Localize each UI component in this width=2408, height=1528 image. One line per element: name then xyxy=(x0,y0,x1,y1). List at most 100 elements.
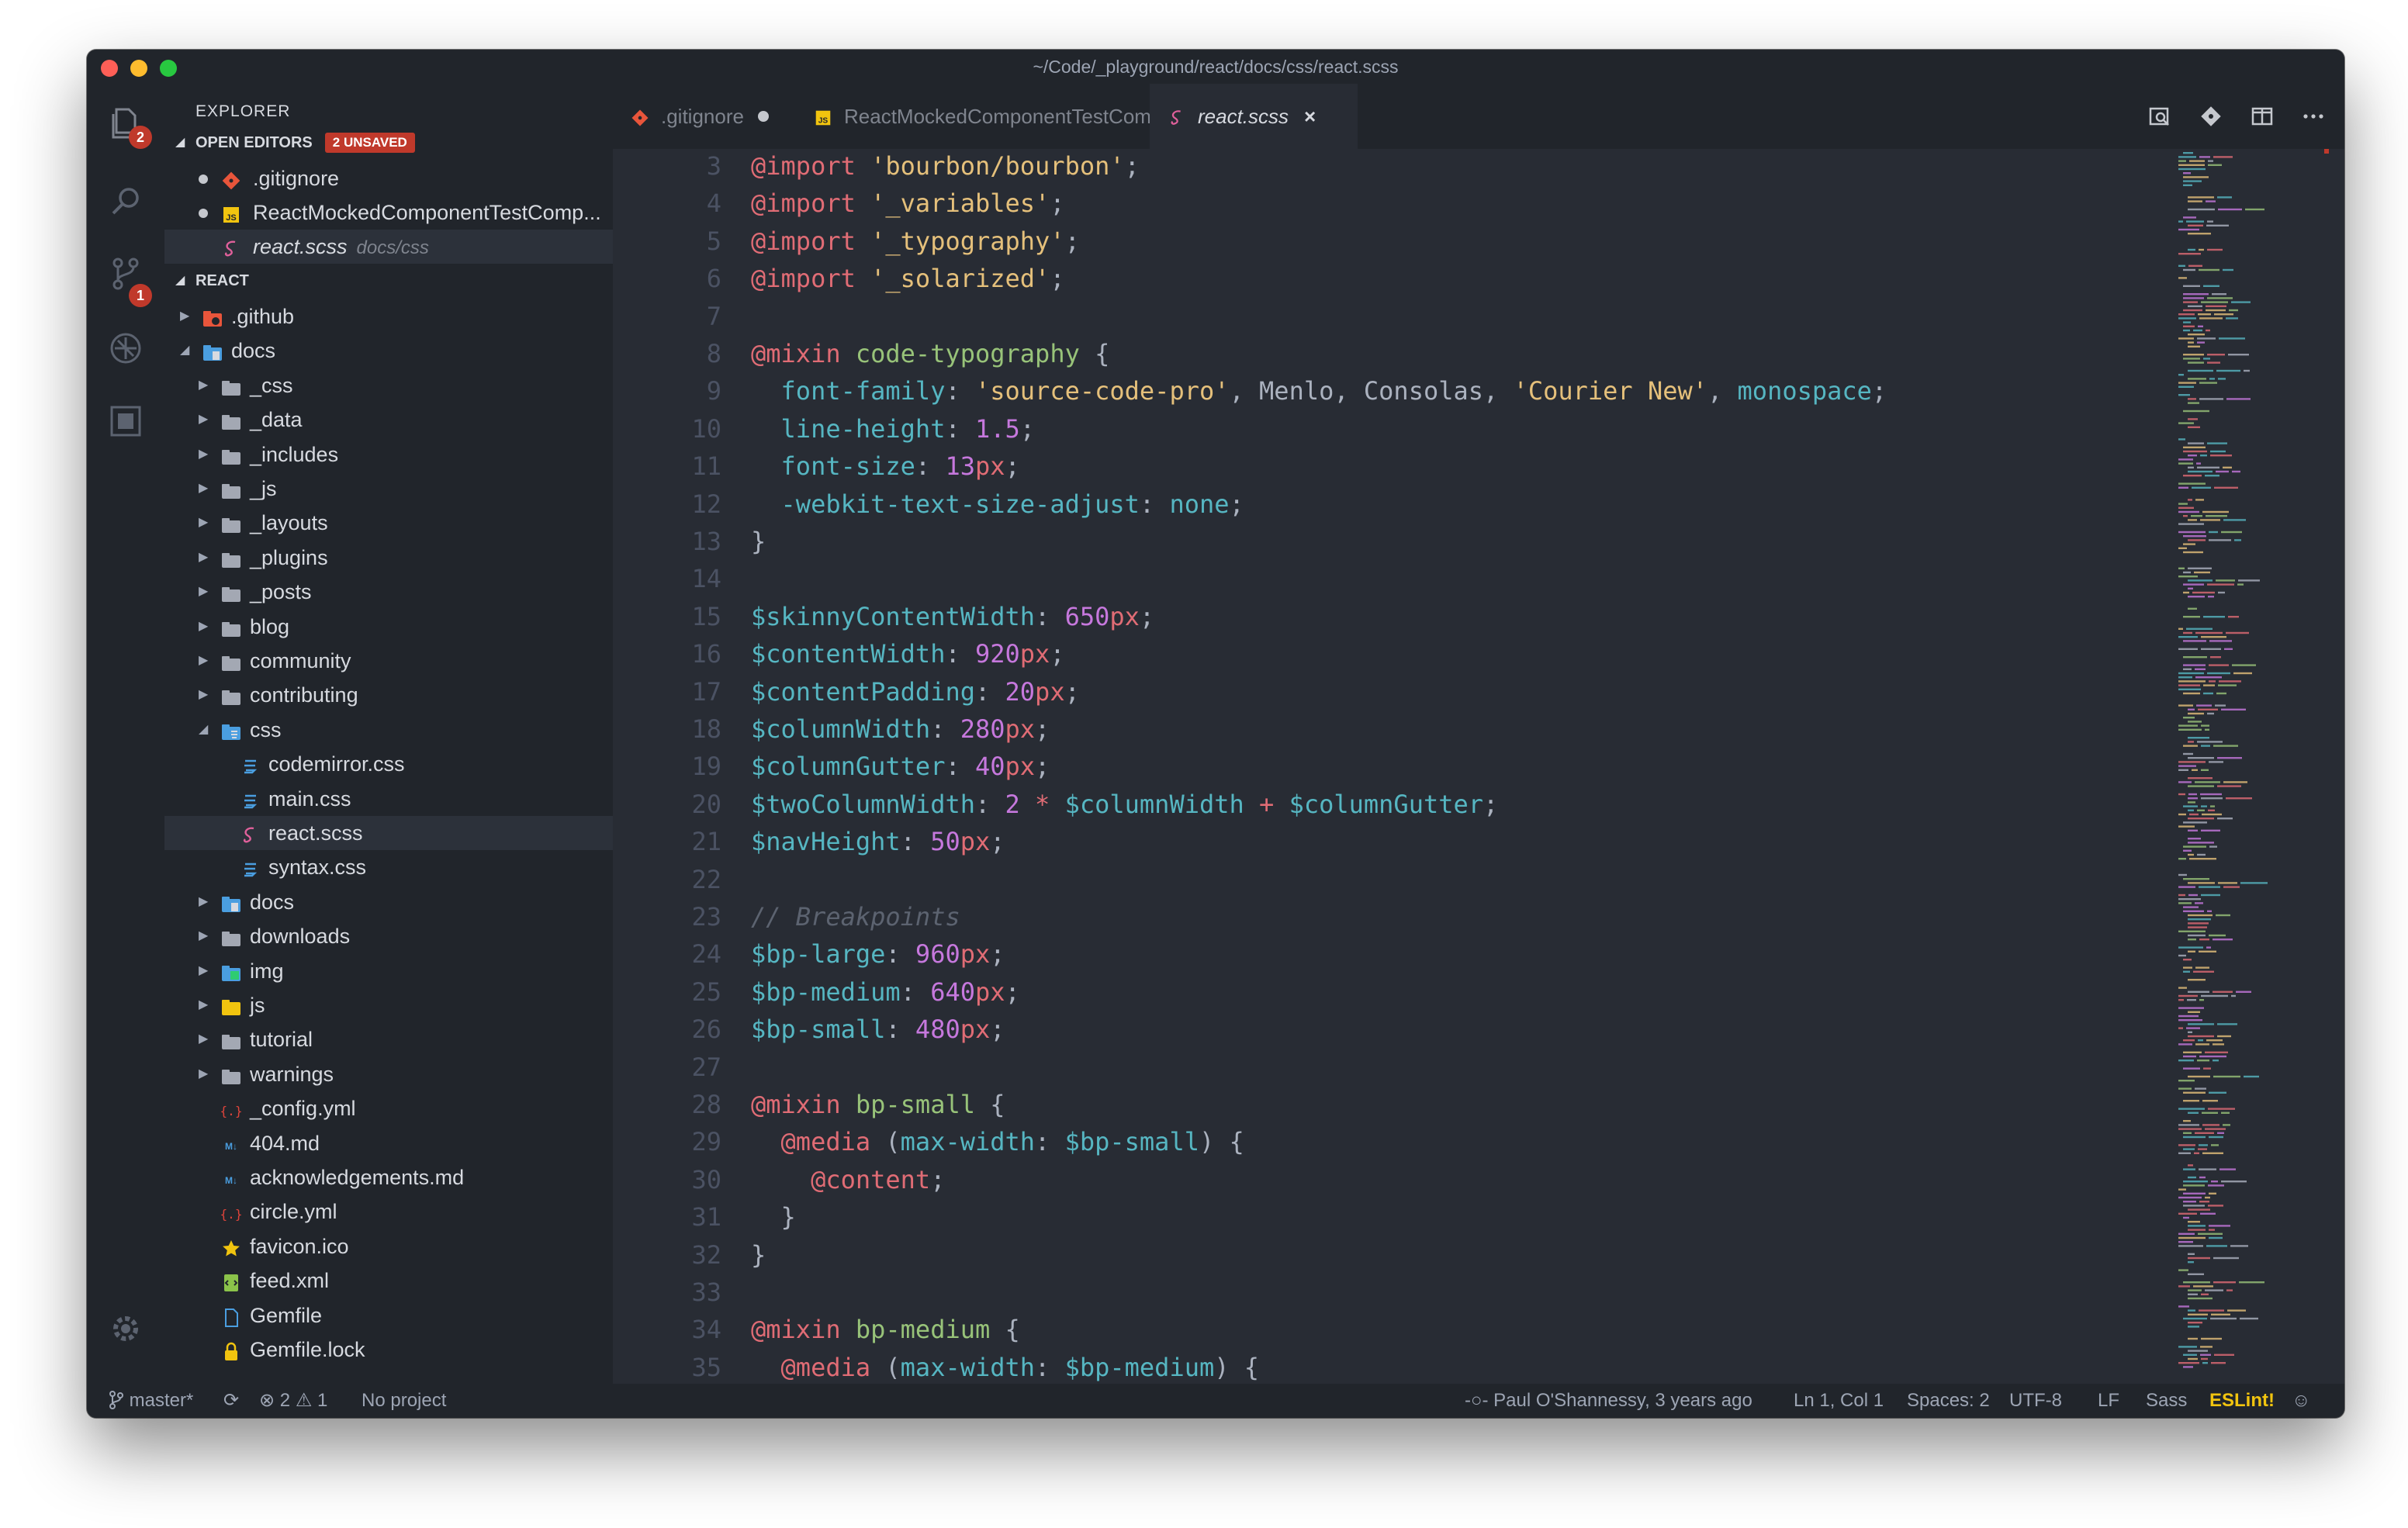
unsaved-dot-icon[interactable] xyxy=(199,209,208,218)
chevron-right-icon[interactable]: ▶ xyxy=(199,437,208,472)
code-line[interactable]: 20 $twoColumnWidth: 2 * $columnWidth + $c… xyxy=(613,786,2164,823)
tree-folder[interactable]: ▶ contributing xyxy=(164,678,613,712)
tree-folder[interactable]: ▶ _plugins xyxy=(164,541,613,575)
tree-folder[interactable]: ▶ blog xyxy=(164,610,613,644)
tree-file[interactable]: M↓ acknowledgements.md xyxy=(164,1160,613,1194)
open-editors-header[interactable]: ◢ OPEN EDITORS 2 UNSAVED xyxy=(164,127,613,158)
code-line[interactable]: 30 @content; xyxy=(613,1161,2164,1198)
tree-folder[interactable]: ▶ _data xyxy=(164,403,613,437)
tree-folder[interactable]: ▶ tutorial xyxy=(164,1022,613,1056)
tree-folder[interactable]: ◢ css xyxy=(164,713,613,747)
open-editor-item[interactable]: JS ReactMockedComponentTestComp... xyxy=(164,195,613,230)
tree-file[interactable]: main.css xyxy=(164,782,613,816)
tree-file[interactable]: Gemfile.lock xyxy=(164,1333,613,1367)
chevron-right-icon[interactable]: ▶ xyxy=(199,368,208,403)
tree-file[interactable]: {.} circle.yml xyxy=(164,1194,613,1229)
chevron-right-icon[interactable]: ▶ xyxy=(199,1057,208,1091)
code-editor[interactable]: 3 @import 'bourbon/bourbon'; 4 @import '_va… xyxy=(613,149,2344,1384)
code-line[interactable]: 10 line-height: 1.5; xyxy=(613,410,2164,448)
open-changes-icon[interactable] xyxy=(2147,104,2172,129)
code-line[interactable]: 7 xyxy=(613,298,2164,335)
chevron-right-icon[interactable]: ▶ xyxy=(199,506,208,540)
code-line[interactable]: 12 -webkit-text-size-adjust: none; xyxy=(613,486,2164,523)
blame-status[interactable]: -○- Paul O'Shannessy, 3 years ago xyxy=(1465,1384,1752,1418)
chevron-right-icon[interactable]: ▶ xyxy=(180,299,189,334)
code-line[interactable]: 34 @mixin bp-medium { xyxy=(613,1311,2164,1348)
code-line[interactable]: 33 xyxy=(613,1274,2164,1311)
tree-folder[interactable]: ▶ _includes xyxy=(164,437,613,472)
eol-status[interactable]: LF xyxy=(2098,1384,2119,1418)
code-line[interactable]: 6 @import '_solarized'; xyxy=(613,260,2164,297)
encoding-status[interactable]: UTF-8 xyxy=(2009,1384,2062,1418)
tree-folder[interactable]: ▶ _posts xyxy=(164,575,613,609)
tree-file[interactable]: favicon.ico xyxy=(164,1229,613,1264)
code-line[interactable]: 18 $columnWidth: 280px; xyxy=(613,710,2164,748)
chevron-right-icon[interactable]: ▶ xyxy=(199,988,208,1022)
tree-file[interactable]: codemirror.css xyxy=(164,747,613,781)
tab-react-scss[interactable]: react.scss × xyxy=(1150,84,1358,149)
open-editor-item[interactable]: react.scss docs/css xyxy=(164,230,613,264)
chevron-right-icon[interactable]: ▶ xyxy=(199,954,208,988)
code-line[interactable]: 14 xyxy=(613,560,2164,597)
chevron-right-icon[interactable]: ▶ xyxy=(199,541,208,575)
tree-file[interactable]: Gemfile xyxy=(164,1298,613,1333)
more-actions-icon[interactable] xyxy=(2301,104,2326,129)
code-line[interactable]: 24 $bp-large: 960px; xyxy=(613,935,2164,973)
code-line[interactable]: 28 @mixin bp-small { xyxy=(613,1086,2164,1123)
chevron-down-icon[interactable]: ◢ xyxy=(199,713,208,747)
branch-status[interactable]: master* xyxy=(109,1384,193,1418)
sync-icon[interactable]: ⟳ xyxy=(223,1384,239,1418)
tree-folder[interactable]: ▶ warnings xyxy=(164,1057,613,1091)
tree-folder[interactable]: ▶ downloads xyxy=(164,919,613,953)
code-line[interactable]: 11 font-size: 13px; xyxy=(613,448,2164,485)
code-line[interactable]: 27 xyxy=(613,1049,2164,1086)
minimap[interactable] xyxy=(2177,149,2332,1384)
chevron-right-icon[interactable]: ▶ xyxy=(199,919,208,953)
tab-reactmockedcomponenttestcomponent-js[interactable]: JS ReactMockedComponentTestComponent.js xyxy=(796,84,1258,149)
open-editor-item[interactable]: .gitignore xyxy=(164,161,613,195)
code-line[interactable]: 32} xyxy=(613,1236,2164,1274)
tab-gitignore[interactable]: .gitignore xyxy=(613,84,796,149)
chevron-right-icon[interactable]: ▶ xyxy=(199,885,208,919)
chevron-right-icon[interactable]: ▶ xyxy=(199,472,208,506)
tree-folder[interactable]: ▶ .github xyxy=(164,299,613,334)
tree-folder[interactable]: ▶ img xyxy=(164,954,613,988)
cursor-position[interactable]: Ln 1, Col 1 xyxy=(1794,1384,1884,1418)
maximize-window-button[interactable] xyxy=(160,60,177,77)
project-header[interactable]: ◢ REACT xyxy=(164,265,613,296)
code-line[interactable]: 16 $contentWidth: 920px; xyxy=(613,635,2164,672)
tree-folder[interactable]: ▶ docs xyxy=(164,885,613,919)
code-line[interactable]: 19 $columnGutter: 40px; xyxy=(613,748,2164,785)
tree-folder[interactable]: ▶ _layouts xyxy=(164,506,613,540)
close-icon[interactable]: × xyxy=(1304,105,1316,128)
close-window-button[interactable] xyxy=(101,60,118,77)
tree-file[interactable]: syntax.css xyxy=(164,850,613,884)
unsaved-dot-icon[interactable] xyxy=(199,175,208,184)
explorer-activity-button[interactable]: 2 xyxy=(87,88,164,158)
chevron-right-icon[interactable]: ▶ xyxy=(199,575,208,609)
code-line[interactable]: 17 $contentPadding: 20px; xyxy=(613,673,2164,710)
tree-file[interactable]: react.scss xyxy=(164,816,613,850)
git-compare-icon[interactable] xyxy=(2199,104,2223,129)
tree-folder[interactable]: ◢ docs xyxy=(164,334,613,368)
tree-folder[interactable]: ▶ _js xyxy=(164,472,613,506)
code-line[interactable]: 23 // Breakpoints xyxy=(613,898,2164,935)
code-line[interactable]: 13} xyxy=(613,523,2164,560)
code-line[interactable]: 29 @media (max-width: $bp-small) { xyxy=(613,1123,2164,1160)
code-line[interactable]: 22 xyxy=(613,861,2164,898)
code-line[interactable]: 4 @import '_variables'; xyxy=(613,185,2164,222)
eslint-status[interactable]: ESLint! xyxy=(2209,1384,2275,1418)
tree-folder[interactable]: ▶ _css xyxy=(164,368,613,403)
chevron-down-icon[interactable]: ◢ xyxy=(180,334,189,368)
split-editor-icon[interactable] xyxy=(2250,104,2275,129)
code-line[interactable]: 9 font-family: 'source-code-pro', Menlo,… xyxy=(613,372,2164,410)
code-line[interactable]: 35 @media (max-width: $bp-medium) { xyxy=(613,1349,2164,1384)
code-line[interactable]: 3 @import 'bourbon/bourbon'; xyxy=(613,149,2164,185)
tree-file[interactable]: M↓ 404.md xyxy=(164,1126,613,1160)
chevron-right-icon[interactable]: ▶ xyxy=(199,403,208,437)
problems-status[interactable]: ⊗ 2 ⚠ 1 xyxy=(259,1384,327,1418)
language-status[interactable]: Sass xyxy=(2146,1384,2187,1418)
tree-folder[interactable]: ▶ community xyxy=(164,644,613,678)
unsaved-dot-icon[interactable] xyxy=(757,111,769,122)
code-line[interactable]: 26 $bp-small: 480px; xyxy=(613,1011,2164,1048)
